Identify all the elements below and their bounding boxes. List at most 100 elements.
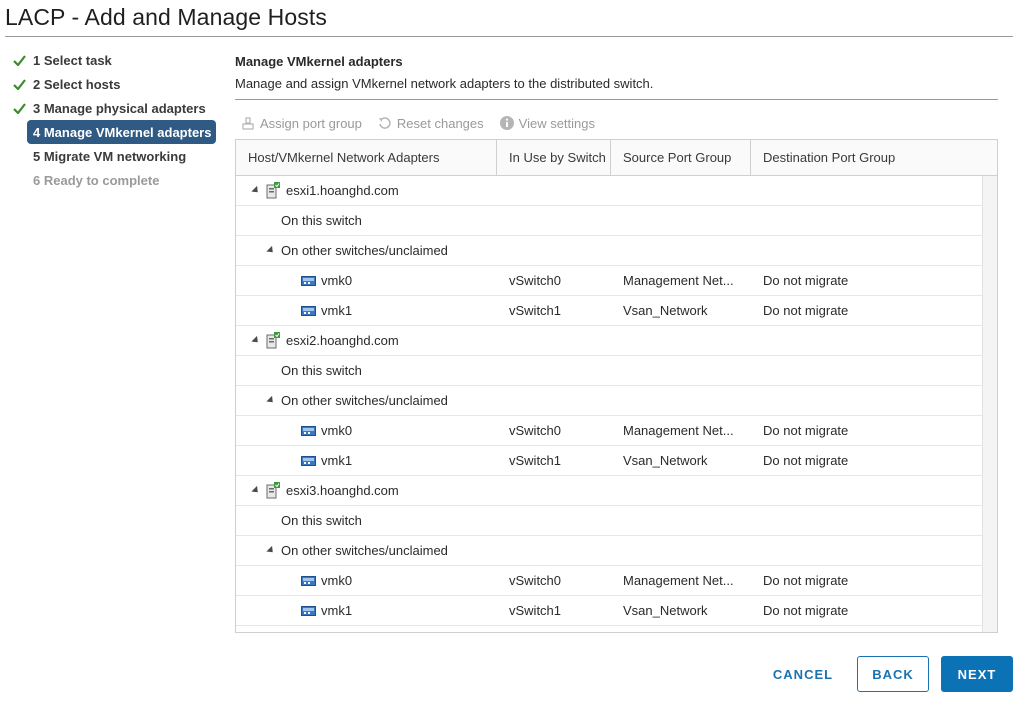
- info-icon: [499, 116, 514, 130]
- vmkernel-adapters-grid: Host/VMkernel Network Adapters In Use by…: [235, 139, 998, 633]
- view-settings-label: View settings: [518, 115, 595, 131]
- check-icon: [10, 54, 28, 66]
- destination-port-group: Do not migrate: [763, 303, 849, 318]
- vmkernel-adapter-icon: [301, 455, 316, 466]
- step-select-hosts[interactable]: 2 Select hosts: [10, 72, 220, 96]
- in-use-switch: vSwitch0: [509, 573, 562, 588]
- column-header-source[interactable]: Source Port Group: [611, 140, 751, 176]
- adapter-row[interactable]: vmk1 vSwitch1 Vsan_Network Do not migrat…: [236, 446, 982, 476]
- cancel-button[interactable]: CANCEL: [765, 656, 841, 692]
- host-name: esxi3.hoanghd.com: [286, 483, 399, 498]
- adapter-row[interactable]: vmk0 vSwitch0 Management Net... Do not m…: [236, 266, 982, 296]
- adapter-name: vmk0: [321, 573, 353, 588]
- source-port-group: Vsan_Network: [623, 603, 708, 618]
- step-select-task[interactable]: 1 Select task: [10, 48, 220, 72]
- back-button[interactable]: BACK: [857, 656, 929, 692]
- group-row-other-switches[interactable]: On other switches/unclaimed: [236, 536, 982, 566]
- host-row[interactable]: esxi2.hoanghd.com: [236, 326, 982, 356]
- group-label: On this switch: [281, 513, 362, 528]
- section-heading: Manage VMkernel adapters: [235, 54, 403, 69]
- vmkernel-adapter-icon: [301, 305, 316, 316]
- collapse-toggle-icon[interactable]: [251, 485, 261, 496]
- collapse-toggle-icon[interactable]: [266, 245, 276, 256]
- step-label: 2 Select hosts: [33, 76, 121, 92]
- group-label: On this switch: [281, 213, 362, 228]
- group-label: On other switches/unclaimed: [281, 243, 448, 258]
- assign-port-group-button[interactable]: Assign port group: [240, 115, 362, 131]
- adapter-row[interactable]: vmk1 vSwitch1 Vsan_Network Do not migrat…: [236, 296, 982, 326]
- step-label: 1 Select task: [33, 52, 112, 68]
- check-icon: [10, 102, 28, 114]
- step-manage-physical-adapters[interactable]: 3 Manage physical adapters: [10, 96, 220, 120]
- step-manage-vmkernel-adapters[interactable]: 4 Manage VMkernel adapters: [27, 120, 216, 144]
- adapter-row[interactable]: vmk0 vSwitch0 Management Net... Do not m…: [236, 566, 982, 596]
- group-row-on-this-switch[interactable]: On this switch: [236, 506, 982, 536]
- assign-port-group-icon: [242, 117, 254, 130]
- source-port-group: Management Net...: [623, 423, 734, 438]
- grid-toolbar: Assign port group Reset changes View set…: [240, 115, 610, 131]
- column-header-destination[interactable]: Destination Port Group: [751, 140, 997, 176]
- host-row[interactable]: esxi1.hoanghd.com: [236, 176, 982, 206]
- collapse-toggle-icon[interactable]: [251, 335, 261, 346]
- destination-port-group: Do not migrate: [763, 453, 849, 468]
- vmkernel-adapter-icon: [301, 275, 316, 286]
- group-label: On this switch: [281, 363, 362, 378]
- column-header-in-use[interactable]: In Use by Switch: [497, 140, 611, 176]
- in-use-switch: vSwitch1: [509, 303, 562, 318]
- step-migrate-vm-networking[interactable]: 5 Migrate VM networking: [10, 144, 220, 168]
- adapter-name: vmk0: [321, 423, 353, 438]
- column-header-adapters[interactable]: Host/VMkernel Network Adapters: [236, 140, 497, 176]
- source-port-group: Vsan_Network: [623, 453, 708, 468]
- group-row-other-switches[interactable]: On other switches/unclaimed: [236, 236, 982, 266]
- in-use-switch: vSwitch1: [509, 603, 562, 618]
- window-title: LACP - Add and Manage Hosts: [5, 4, 327, 30]
- group-label: On other switches/unclaimed: [281, 543, 448, 558]
- in-use-switch: vSwitch0: [509, 423, 562, 438]
- host-icon: [266, 332, 280, 349]
- group-row-on-this-switch[interactable]: On this switch: [236, 356, 982, 386]
- reset-icon: [378, 117, 391, 129]
- group-row-other-switches[interactable]: On other switches/unclaimed: [236, 386, 982, 416]
- destination-port-group: Do not migrate: [763, 573, 849, 588]
- adapter-name: vmk0: [321, 273, 353, 288]
- section-divider: [235, 99, 998, 100]
- source-port-group: Management Net...: [623, 573, 734, 588]
- in-use-switch: vSwitch1: [509, 453, 562, 468]
- vmkernel-adapter-icon: [301, 605, 316, 616]
- adapter-name: vmk1: [321, 303, 353, 318]
- host-icon: [266, 182, 280, 199]
- source-port-group: Management Net...: [623, 273, 734, 288]
- host-icon: [266, 482, 280, 499]
- adapter-name: vmk1: [321, 453, 353, 468]
- destination-port-group: Do not migrate: [763, 603, 849, 618]
- title-divider: [5, 36, 1013, 37]
- group-row-on-this-switch[interactable]: On this switch: [236, 206, 982, 236]
- collapse-toggle-icon[interactable]: [266, 545, 276, 556]
- wizard-steps: 1 Select task 2 Select hosts 3 Manage ph…: [10, 48, 220, 192]
- adapter-row[interactable]: vmk0 vSwitch0 Management Net... Do not m…: [236, 416, 982, 446]
- collapse-toggle-icon[interactable]: [266, 395, 276, 406]
- view-settings-button[interactable]: View settings: [499, 115, 595, 131]
- vmkernel-adapter-icon: [301, 575, 316, 586]
- destination-port-group: Do not migrate: [763, 423, 849, 438]
- vmkernel-adapter-icon: [301, 425, 316, 436]
- assign-port-group-label: Assign port group: [260, 115, 362, 131]
- grid-rows: esxi1.hoanghd.com On this switch On othe…: [236, 176, 982, 626]
- step-ready-to-complete: 6 Ready to complete: [10, 168, 220, 192]
- collapse-toggle-icon[interactable]: [251, 185, 261, 196]
- step-label: 5 Migrate VM networking: [33, 148, 187, 164]
- vertical-scrollbar[interactable]: [982, 176, 997, 632]
- next-button[interactable]: NEXT: [941, 656, 1013, 692]
- reset-changes-button[interactable]: Reset changes: [377, 115, 484, 131]
- step-label: 3 Manage physical adapters: [33, 100, 206, 116]
- adapter-row[interactable]: vmk1 vSwitch1 Vsan_Network Do not migrat…: [236, 596, 982, 626]
- host-row[interactable]: esxi3.hoanghd.com: [236, 476, 982, 506]
- section-description: Manage and assign VMkernel network adapt…: [235, 76, 654, 91]
- destination-port-group: Do not migrate: [763, 273, 849, 288]
- host-name: esxi2.hoanghd.com: [286, 333, 399, 348]
- adapter-name: vmk1: [321, 603, 353, 618]
- step-label: 4 Manage VMkernel adapters: [33, 124, 212, 140]
- host-name: esxi1.hoanghd.com: [286, 183, 399, 198]
- grid-header: Host/VMkernel Network Adapters In Use by…: [236, 140, 997, 176]
- in-use-switch: vSwitch0: [509, 273, 562, 288]
